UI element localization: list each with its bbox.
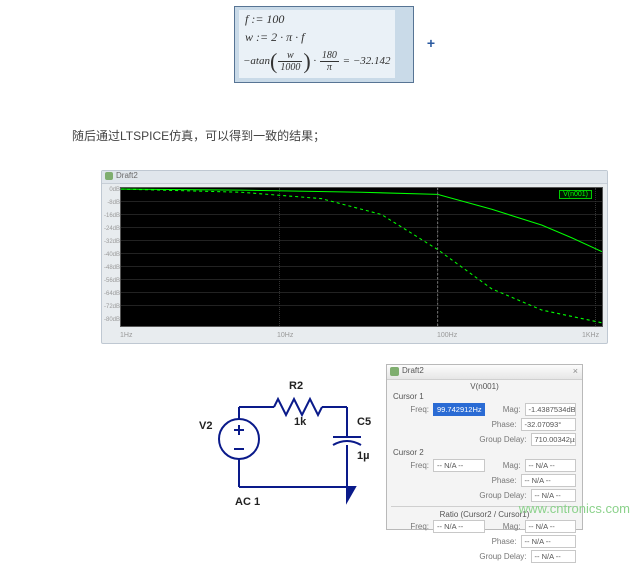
y-tick-label: -48dB [104, 265, 120, 271]
cap-name: C5 [357, 416, 371, 428]
groupdelay-label-3: Group Delay: [471, 552, 531, 561]
cursor-node-title: V(n001) [387, 382, 582, 391]
source-cmd: AC 1 [235, 496, 260, 508]
ratio-mag-value: -- N/A -- [525, 520, 577, 533]
cursor1-freq-value[interactable]: 99.742912Hz [433, 403, 485, 416]
plot-titlebar[interactable]: Draft2 [102, 171, 607, 184]
groupdelay-label-2: Group Delay: [471, 491, 531, 500]
resistor-value: 1k [294, 416, 307, 428]
y-tick-label: -32dB [104, 239, 120, 245]
phase-label-3: Phase: [481, 537, 521, 546]
cursor2-freq-value: -- N/A -- [433, 459, 485, 472]
freq-label: Freq: [393, 405, 433, 414]
y-tick-label: -72dB [104, 304, 120, 310]
watermark: www.cntronics.com [519, 501, 630, 516]
x-tick-label: 1KHz [582, 332, 599, 339]
ratio-gd-value: -- N/A -- [531, 550, 577, 563]
close-icon[interactable]: × [573, 366, 578, 376]
x-tick-label: 10Hz [277, 332, 293, 339]
plot-traces [121, 188, 602, 326]
ratio-phase-value: -- N/A -- [521, 535, 577, 548]
source-name: V2 [199, 420, 212, 432]
y-tick-label: -80dB [104, 317, 120, 323]
dot: · [313, 55, 316, 67]
freq-label-3: Freq: [393, 522, 433, 531]
cursor1-gd-value: 710.00342µs [531, 433, 577, 446]
body-paragraph: 随后通过LTSPICE仿真，可以得到一致的结果； [72, 127, 325, 144]
x-tick-label: 100Hz [437, 332, 457, 339]
plot-window-title: Draft2 [116, 171, 138, 180]
math-inner: f := 100 w := 2 · π · f −atan(w1000) · 1… [239, 10, 395, 78]
mag-label: Mag: [485, 405, 525, 414]
ltspice-plot-window[interactable]: Draft2 0dB -8dB -16dB -24dB -32dB -40dB … [101, 170, 608, 344]
math-expression-box: f := 100 w := 2 · π · f −atan(w1000) · 1… [234, 6, 414, 83]
groupdelay-label: Group Delay: [471, 435, 531, 444]
cap-value: 1µ [357, 450, 369, 462]
math-line-3: −atan(w1000) · 180π = −32.142 [243, 50, 391, 73]
mag-label-3: Mag: [485, 522, 525, 531]
frac1-den: 1000 [278, 62, 302, 73]
plot-canvas[interactable]: V(n001) [120, 187, 603, 327]
y-tick-label: -40dB [104, 252, 120, 258]
cursor1-mag-value: -1.4387534dB [525, 403, 577, 416]
y-tick-label: -64dB [104, 291, 120, 297]
resistor-name: R2 [289, 380, 303, 392]
frac2-num: 180 [320, 50, 339, 62]
cursor2-heading: Cursor 2 [387, 447, 582, 458]
cursor-window-title: Draft2 [402, 366, 424, 375]
y-tick-label: -56dB [104, 278, 120, 284]
ltspice-app-icon [390, 367, 399, 376]
freq-label-2: Freq: [393, 461, 433, 470]
math-line-1: f := 100 [245, 12, 284, 27]
math-line-2: w := 2 · π · f [245, 30, 304, 45]
phase-label: Phase: [481, 420, 521, 429]
x-tick-label: 1Hz [120, 332, 132, 339]
ltspice-app-icon [105, 172, 113, 180]
mag-label-2: Mag: [485, 461, 525, 470]
schematic-view[interactable]: R2 1k C5 1µ V2 AC 1 [179, 367, 379, 527]
cursor-crosshair-icon: + [427, 35, 435, 51]
y-tick-label: -16dB [104, 213, 120, 219]
ratio-freq-value: -- N/A -- [433, 520, 485, 533]
cursor2-mag-value: -- N/A -- [525, 459, 577, 472]
cursor1-phase-value: -32.07093° [521, 418, 577, 431]
cursor-panel-titlebar[interactable]: Draft2 × [387, 365, 582, 380]
cursor2-phase-value: -- N/A -- [521, 474, 577, 487]
y-tick-label: -24dB [104, 226, 120, 232]
equals-result: = −32.142 [343, 55, 391, 67]
cursor1-heading: Cursor 1 [387, 391, 582, 402]
y-tick-label: -8dB [104, 200, 120, 206]
frac1-num: w [278, 50, 302, 62]
frac2-den: π [320, 62, 339, 73]
atan-label: −atan [243, 55, 270, 67]
phase-label-2: Phase: [481, 476, 521, 485]
y-tick-label: 0dB [104, 187, 120, 193]
